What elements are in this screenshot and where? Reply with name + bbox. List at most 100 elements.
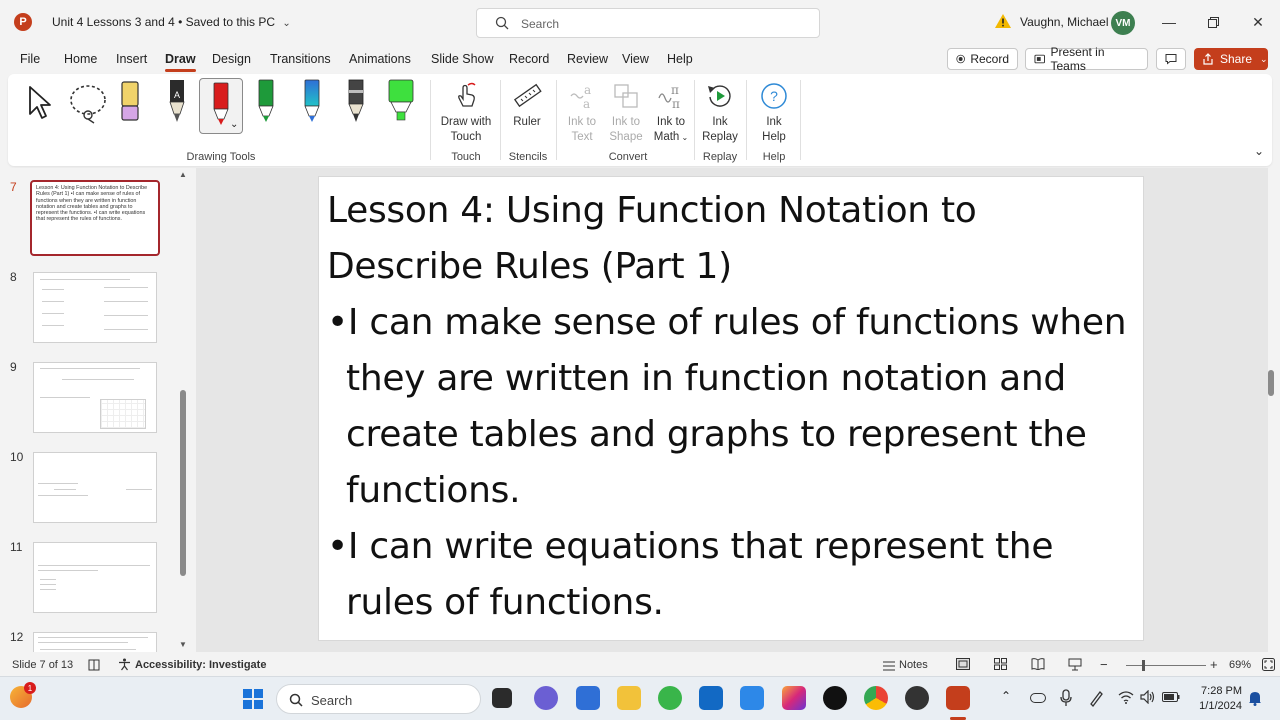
chevron-down-icon[interactable]: ⌄ (282, 18, 290, 29)
chevron-up-icon[interactable]: ⌃ (1001, 689, 1011, 703)
outlook-icon[interactable] (699, 686, 723, 710)
accessibility-status[interactable]: Accessibility: Investigate (135, 659, 266, 671)
tab-record[interactable]: Record (509, 52, 549, 66)
tab-animations[interactable]: Animations (349, 52, 411, 66)
minimize-icon[interactable]: — (1159, 12, 1179, 32)
accessibility-icon[interactable] (118, 658, 131, 671)
scrollbar-thumb[interactable] (180, 390, 186, 576)
tab-review[interactable]: Review (567, 52, 608, 66)
slide-thumbnail-9[interactable] (33, 362, 157, 433)
obs-icon[interactable] (905, 686, 929, 710)
notes-button[interactable]: Notes (899, 659, 928, 671)
present-in-teams-button[interactable]: Present in Teams (1025, 45, 1148, 73)
user-name[interactable]: Vaughn, Michael (1020, 15, 1109, 29)
group-label-convert: Convert (608, 151, 648, 163)
zoom-out-button[interactable]: − (1100, 657, 1108, 672)
zoom-in-button[interactable]: + (1210, 657, 1218, 672)
taskbar-search[interactable]: Search (276, 684, 481, 714)
search-box[interactable]: Search (476, 8, 820, 38)
task-view-icon[interactable] (492, 688, 512, 708)
spelling-icon[interactable] (88, 659, 100, 671)
comments-button[interactable] (1156, 48, 1186, 70)
battery-icon[interactable] (1162, 691, 1180, 703)
zoom-slider[interactable] (1126, 665, 1206, 666)
restore-icon[interactable] (1203, 12, 1223, 32)
fit-to-window-icon[interactable] (1262, 658, 1275, 671)
eraser-icon[interactable] (120, 80, 140, 124)
windows-taskbar: 1 Search ⌃ 7:28 PM 1/1/2024 (0, 676, 1280, 720)
ink-to-shape-button[interactable]: Ink to Shape (606, 82, 646, 145)
slide-thumbnail-12[interactable] (33, 632, 157, 652)
slide-sorter-icon[interactable] (994, 658, 1007, 670)
ribbon-separator (556, 80, 557, 160)
reading-view-icon[interactable] (1031, 658, 1045, 670)
ribbon-collapse-icon[interactable]: ⌄ (1254, 144, 1264, 158)
tab-insert[interactable]: Insert (116, 52, 147, 66)
chrome-icon[interactable] (864, 686, 888, 710)
wifi-icon[interactable] (1118, 690, 1134, 704)
select-arrow-icon[interactable] (26, 84, 54, 122)
microphone-icon[interactable] (1060, 689, 1072, 707)
volume-icon[interactable] (1140, 690, 1156, 704)
pen-menu-icon[interactable] (1088, 689, 1104, 707)
record-button[interactable]: Record (947, 48, 1018, 70)
ink-replay-button[interactable]: Ink Replay (698, 82, 742, 145)
red-pen-button[interactable]: ⌄ (199, 78, 243, 134)
slide-bullet-2[interactable]: •I can write equations that represent th… (327, 519, 1127, 631)
tab-view[interactable]: View (622, 52, 649, 66)
system-clock[interactable]: 7:28 PM 1/1/2024 (1190, 684, 1242, 714)
tab-design[interactable]: Design (212, 52, 251, 66)
slide-scrollbar[interactable] (1266, 176, 1276, 652)
thumbnail-number: 10 (10, 450, 24, 464)
notification-bell-icon[interactable] (1248, 690, 1262, 706)
tab-slide-show[interactable]: Slide Show (431, 52, 494, 66)
warning-icon[interactable] (994, 13, 1012, 29)
highlighter-icon[interactable] (386, 78, 416, 124)
slide-bullet-1[interactable]: •I can make sense of rules of functions … (327, 295, 1127, 519)
close-icon[interactable]: ✕ (1248, 12, 1268, 32)
zoom-slider-thumb[interactable] (1142, 660, 1145, 671)
ink-help-button[interactable]: ? Ink Help (752, 82, 796, 145)
instagram-icon[interactable] (782, 686, 806, 710)
document-title[interactable]: Unit 4 Lessons 3 and 4 • Saved to this P… (52, 15, 291, 29)
avatar[interactable]: VM (1111, 11, 1135, 35)
draw-with-touch-button[interactable]: Draw with Touch (436, 82, 496, 145)
green-pen-icon[interactable] (256, 78, 276, 124)
thumbnail-text: Lesson 4: Using Function Notation to Des… (36, 185, 148, 223)
pencil-icon[interactable]: A (166, 78, 188, 124)
slide-thumbnail-10[interactable] (33, 452, 157, 523)
gray-pencil-icon[interactable] (346, 78, 366, 124)
tab-transitions[interactable]: Transitions (270, 52, 331, 66)
lasso-select-icon[interactable] (66, 82, 110, 124)
slide-thumbnail-11[interactable] (33, 542, 157, 613)
tiktok-icon[interactable] (823, 686, 847, 710)
slide-show-icon[interactable] (1068, 658, 1082, 671)
chevron-down-icon[interactable]: ⌄ (230, 119, 238, 130)
zoom-level[interactable]: 69% (1229, 659, 1251, 671)
todo-icon[interactable] (740, 686, 764, 710)
weather-icon[interactable]: 1 (10, 682, 36, 708)
tab-home[interactable]: Home (64, 52, 97, 66)
windows-start-icon[interactable] (243, 689, 263, 709)
onedrive-icon[interactable] (1030, 693, 1046, 703)
ink-to-text-button[interactable]: a a Ink to Text (562, 82, 602, 145)
ruler-button[interactable]: Ruler (506, 82, 548, 130)
duolingo-icon[interactable] (658, 686, 682, 710)
current-slide[interactable]: Lesson 4: Using Function Notation to Des… (318, 176, 1144, 641)
slide-thumbnail-8[interactable] (33, 272, 157, 343)
galaxy-pen-icon[interactable] (302, 78, 322, 124)
tab-help[interactable]: Help (667, 52, 693, 66)
powerpoint-taskbar-icon[interactable] (946, 686, 970, 710)
thumbnail-scrollbar[interactable]: ▲ ▼ (178, 170, 188, 650)
tab-draw[interactable]: Draw (165, 52, 196, 72)
store-icon[interactable] (576, 686, 600, 710)
share-button[interactable]: Share ⌄ (1194, 48, 1268, 70)
scrollbar-thumb[interactable] (1268, 370, 1274, 396)
normal-view-icon[interactable] (956, 658, 970, 670)
teams-chat-icon[interactable] (534, 686, 558, 710)
slide-title[interactable]: Lesson 4: Using Function Notation to Des… (327, 183, 1127, 295)
file-explorer-icon[interactable] (617, 686, 641, 710)
ink-to-math-button[interactable]: π π Ink to Math ⌄ (648, 82, 694, 145)
slide-thumbnail-7[interactable]: Lesson 4: Using Function Notation to Des… (30, 180, 160, 256)
tab-file[interactable]: File (20, 52, 40, 66)
